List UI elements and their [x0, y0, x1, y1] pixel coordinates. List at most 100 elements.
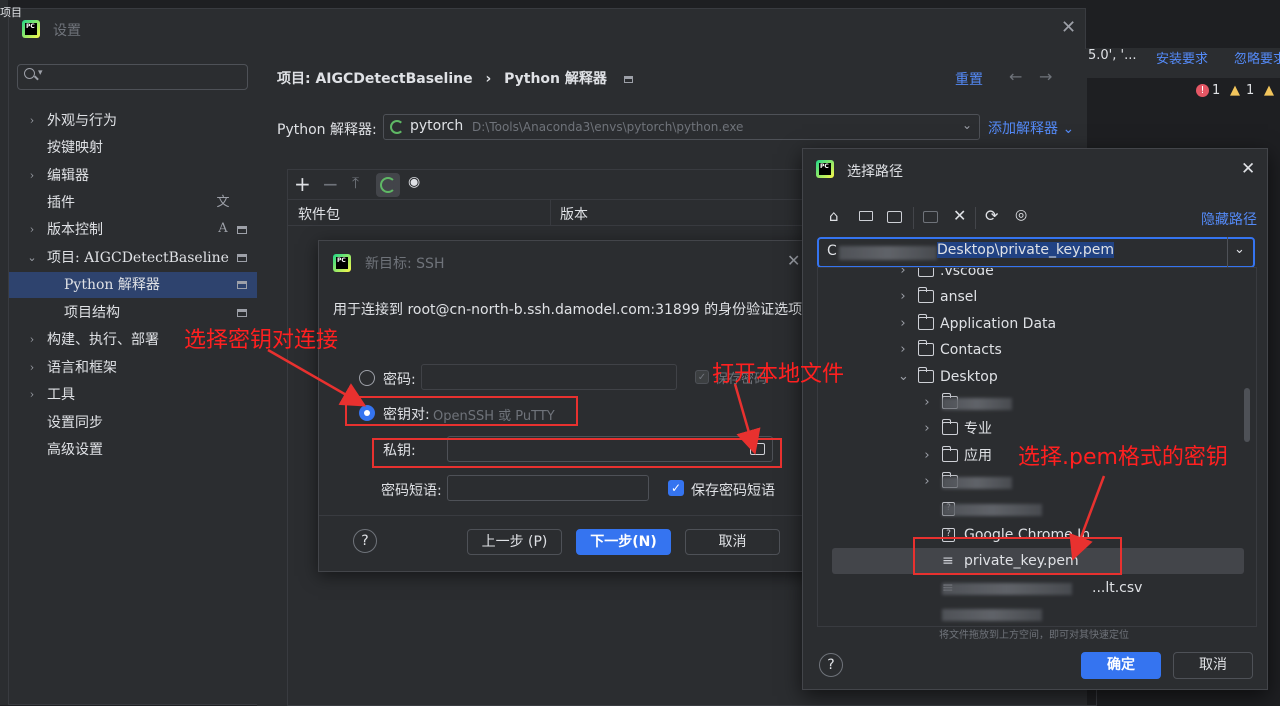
- cancel-button[interactable]: 取消: [685, 529, 780, 555]
- tree-row[interactable]: [818, 601, 1256, 626]
- chevron-right-icon[interactable]: ›: [27, 217, 37, 243]
- column-version[interactable]: 版本: [560, 204, 588, 224]
- chevron-down-icon[interactable]: ⌄: [1234, 242, 1245, 257]
- sidebar-item-5[interactable]: ⌄ 项目: AIGCDetectBaseline: [9, 245, 257, 271]
- refresh-icon[interactable]: ⟳: [985, 206, 998, 225]
- eye-icon[interactable]: ◉: [408, 174, 420, 190]
- add-interpreter-link[interactable]: 添加解释器 ⌄: [988, 118, 1074, 138]
- folder-icon: [941, 445, 958, 462]
- column-package[interactable]: 软件包: [298, 204, 340, 224]
- tree-row-label: 专业: [964, 421, 992, 438]
- sidebar-item-label: 高级设置: [47, 442, 103, 458]
- window-icon: [237, 226, 247, 234]
- scrollbar-thumb[interactable]: [1244, 388, 1250, 442]
- tree-row[interactable]: › ansel: [818, 284, 1256, 310]
- new-folder-icon[interactable]: [923, 211, 938, 223]
- chevron-right-icon[interactable]: ›: [898, 337, 908, 363]
- close-icon[interactable]: ✕: [787, 251, 800, 270]
- chevron-right-icon[interactable]: ›: [27, 327, 37, 353]
- tree-row[interactable]: ?: [818, 496, 1256, 522]
- project-folder-icon[interactable]: [887, 211, 902, 223]
- annotation-choose-pem: 选择.pem格式的密钥: [1018, 445, 1228, 470]
- install-requirements-link[interactable]: 安装要求: [1156, 48, 1208, 67]
- window-icon: [237, 281, 247, 289]
- sidebar-item-label: 构建、执行、部署: [47, 332, 159, 348]
- ok-button[interactable]: 确定: [1081, 652, 1161, 679]
- tree-row[interactable]: ≡...lt.csv: [818, 575, 1256, 601]
- remove-icon[interactable]: −: [322, 172, 339, 196]
- breadcrumb-project[interactable]: 项目: AIGCDetectBaseline: [277, 71, 473, 87]
- tree-row[interactable]: › Application Data: [818, 311, 1256, 337]
- tree-row[interactable]: ›: [818, 469, 1256, 495]
- reset-link[interactable]: 重置: [955, 69, 983, 89]
- next-button[interactable]: 下一步(N): [576, 529, 671, 555]
- home-icon[interactable]: ⌂: [829, 207, 839, 225]
- sidebar-item-1[interactable]: 按键映射: [9, 135, 257, 161]
- help-button[interactable]: ?: [819, 653, 843, 677]
- chevron-right-icon[interactable]: ›: [922, 443, 932, 469]
- back-arrow-icon[interactable]: ←: [1009, 67, 1022, 86]
- ignore-requirements-link[interactable]: 忽略要求: [1234, 48, 1280, 67]
- sidebar-item-label: 按键映射: [47, 140, 103, 156]
- chevron-right-icon[interactable]: ›: [898, 311, 908, 337]
- pycharm-logo-icon: PC: [22, 20, 40, 38]
- show-hidden-icon[interactable]: ◎: [1015, 207, 1027, 223]
- chevron-right-icon[interactable]: ›: [898, 284, 908, 310]
- path-cancel-button[interactable]: 取消: [1173, 652, 1253, 679]
- folder-icon: [917, 340, 934, 357]
- password-field[interactable]: [421, 364, 677, 390]
- tree-row[interactable]: ⌄ Desktop: [818, 364, 1256, 390]
- tree-row-label: 应用: [964, 447, 992, 464]
- sidebar-item-2[interactable]: › 编辑器: [9, 163, 257, 189]
- search-input[interactable]: ▾: [17, 64, 248, 90]
- sidebar-item-3[interactable]: 插件 文A: [9, 190, 257, 236]
- back-button[interactable]: 上一步 (P): [467, 529, 562, 555]
- sidebar-item-11[interactable]: 设置同步: [9, 410, 257, 436]
- chevron-right-icon[interactable]: ›: [922, 390, 932, 416]
- passphrase-field[interactable]: [447, 475, 649, 501]
- sidebar-item-6[interactable]: Python 解释器: [9, 272, 257, 298]
- password-radio[interactable]: [359, 370, 375, 386]
- chevron-right-icon[interactable]: ›: [27, 355, 37, 381]
- close-icon[interactable]: ✕: [1061, 17, 1076, 38]
- sidebar-item-9[interactable]: › 语言和框架: [9, 355, 257, 381]
- tree-row[interactable]: ›: [818, 390, 1256, 416]
- sidebar-item-4[interactable]: › 版本控制: [9, 217, 257, 243]
- tree-row[interactable]: › .vscode: [818, 267, 1256, 284]
- hide-path-link[interactable]: 隐藏路径: [1201, 209, 1257, 229]
- chevron-down-icon[interactable]: ⌄: [898, 364, 909, 390]
- help-button[interactable]: ?: [353, 529, 377, 553]
- chevron-right-icon[interactable]: ›: [922, 416, 932, 442]
- conda-toggle-icon[interactable]: [376, 173, 400, 197]
- chevron-right-icon[interactable]: ›: [27, 163, 37, 189]
- save-password-checkbox[interactable]: ✓: [695, 370, 709, 384]
- sidebar-item-label: 语言和框架: [47, 360, 117, 376]
- path-input[interactable]: C Desktop\private_key.pem ⌄: [817, 237, 1255, 268]
- chevron-down-icon: ▾: [38, 68, 43, 78]
- tree-row-label: ansel: [940, 289, 978, 306]
- chevron-down-icon[interactable]: ⌄: [27, 245, 37, 271]
- delete-icon[interactable]: ✕: [953, 206, 966, 225]
- drop-hint: 将文件拖放到上方空间，即可对其快速定位: [939, 630, 1129, 641]
- close-icon[interactable]: ✕: [1241, 159, 1255, 179]
- background-ide-left: [0, 0, 8, 705]
- interpreter-select[interactable]: pytorch D:\Tools\Anaconda3\envs\pytorch\…: [383, 114, 980, 140]
- tree-row[interactable]: › Contacts: [818, 337, 1256, 363]
- chevron-right-icon[interactable]: ›: [27, 108, 37, 134]
- chevron-right-icon[interactable]: ›: [922, 469, 932, 495]
- save-passphrase-checkbox[interactable]: ✓: [668, 480, 684, 496]
- chevron-right-icon[interactable]: ›: [27, 382, 37, 408]
- chevron-right-icon[interactable]: ›: [898, 268, 908, 284]
- sidebar-item-10[interactable]: › 工具: [9, 382, 257, 408]
- sidebar-item-12[interactable]: 高级设置: [9, 437, 257, 463]
- upgrade-icon[interactable]: ⤒: [352, 173, 359, 193]
- tree-row-label: .vscode: [940, 267, 994, 279]
- search-icon: [24, 68, 35, 79]
- forward-arrow-icon[interactable]: →: [1039, 67, 1052, 86]
- annotation-box-private-key: [372, 438, 782, 468]
- warning-icon-2: ▲: [1264, 83, 1274, 98]
- add-icon[interactable]: +: [294, 172, 311, 196]
- desktop-icon[interactable]: [859, 211, 873, 221]
- sidebar-item-0[interactable]: › 外观与行为: [9, 108, 257, 134]
- folder-icon: [917, 313, 934, 330]
